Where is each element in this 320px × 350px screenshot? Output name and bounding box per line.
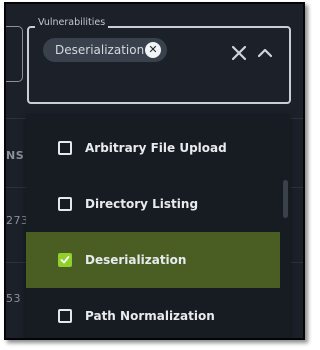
option-label: Arbitrary File Upload — [85, 141, 227, 155]
dropdown-scrollbar[interactable] — [280, 114, 290, 338]
chevron-up-icon[interactable] — [257, 46, 273, 60]
close-icon[interactable] — [230, 44, 248, 62]
option-directory-listing[interactable]: Directory Listing — [26, 176, 280, 232]
table-cell-value: 53 — [6, 292, 21, 305]
option-deserialization[interactable]: Deserialization — [26, 232, 280, 288]
checkbox-unchecked[interactable] — [58, 197, 72, 211]
close-circle-icon[interactable]: ✕ — [145, 42, 161, 58]
vulnerabilities-filter-panel: NS 273 53 · Vulnerabilities Deserializat… — [4, 2, 305, 340]
checkbox-checked[interactable] — [58, 253, 72, 267]
option-arbitrary-file-upload[interactable]: Arbitrary File Upload — [26, 120, 280, 176]
option-path-normalization[interactable]: Path Normalization — [26, 288, 280, 338]
checkbox-unchecked[interactable] — [58, 141, 72, 155]
checkbox-unchecked[interactable] — [58, 309, 72, 323]
option-label: Directory Listing — [85, 197, 199, 211]
option-label: Path Normalization — [85, 309, 215, 323]
vulnerabilities-label: Vulnerabilities — [35, 17, 109, 28]
selected-chip-deserialization: Deserialization ✕ — [43, 38, 167, 62]
vulnerabilities-dropdown-list: Arbitrary File Upload Directory Listing … — [26, 114, 290, 338]
chip-label: Deserialization — [55, 43, 145, 57]
adjacent-filter-field[interactable] — [6, 26, 23, 82]
option-label: Deserialization — [85, 253, 187, 267]
dropdown-scrollbar-thumb[interactable] — [283, 180, 288, 218]
checkmark-icon — [60, 256, 70, 264]
table-column-header: NS — [6, 149, 25, 162]
